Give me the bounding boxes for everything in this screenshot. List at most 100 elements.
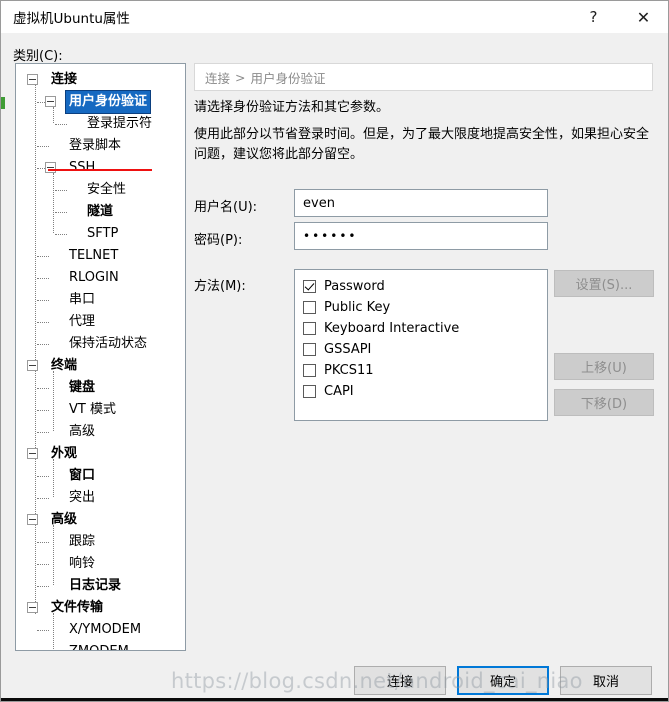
method-label: CAPI xyxy=(324,384,354,399)
tree-item[interactable]: 保持活动状态 xyxy=(16,333,185,355)
method-checkbox-row[interactable]: Password xyxy=(303,276,547,297)
tree-item[interactable]: 登录脚本 xyxy=(16,135,185,157)
help-icon[interactable]: ? xyxy=(571,1,616,33)
close-icon[interactable]: ✕ xyxy=(621,1,666,33)
tree-item[interactable]: 用户身份验证 xyxy=(16,91,185,113)
tree-item[interactable]: 突出 xyxy=(16,487,185,509)
method-label: PKCS11 xyxy=(324,363,374,378)
tree-item-label: SSH xyxy=(69,160,96,175)
methods-label: 方法(M): xyxy=(194,279,246,294)
tree-item[interactable]: 隧道 xyxy=(16,201,185,223)
tree-item-label: 连接 xyxy=(51,72,78,87)
method-label: Password xyxy=(324,279,385,294)
password-label: 密码(P): xyxy=(194,233,243,248)
method-checkbox-row[interactable]: GSSAPI xyxy=(303,339,547,360)
tree-item[interactable]: 高级 xyxy=(16,421,185,443)
tree-item-label: 登录脚本 xyxy=(69,138,122,153)
method-label: Keyboard Interactive xyxy=(324,321,460,336)
move-down-button[interactable]: 下移(D) xyxy=(554,389,654,416)
connect-button[interactable]: 连接 xyxy=(354,666,446,695)
tree-item-label: 跟踪 xyxy=(69,534,96,549)
checkbox-unchecked-icon[interactable] xyxy=(303,322,316,335)
tree-expander-minus-icon[interactable] xyxy=(27,448,38,459)
tree-item[interactable]: 响铃 xyxy=(16,553,185,575)
tree-item-label: RLOGIN xyxy=(69,270,119,285)
tree-item-label: 登录提示符 xyxy=(87,116,153,131)
tree-item-label: ZMODEM xyxy=(66,641,132,650)
tree-item[interactable]: 外观 xyxy=(16,443,185,465)
tree-item[interactable]: RLOGIN xyxy=(16,267,185,289)
tree-expander-minus-icon[interactable] xyxy=(27,74,38,85)
tree-item-label: SFTP xyxy=(87,226,119,241)
settings-button[interactable]: 设置(S)... xyxy=(554,270,654,297)
checkbox-unchecked-icon[interactable] xyxy=(303,364,316,377)
tree-item-label: 保持活动状态 xyxy=(69,336,148,351)
tree-item[interactable]: 安全性 xyxy=(16,179,185,201)
tree-item-label: VT 模式 xyxy=(69,402,116,417)
cancel-button[interactable]: 取消 xyxy=(560,666,652,695)
tree-item[interactable]: 高级 xyxy=(16,509,185,531)
tree-item-label: 隧道 xyxy=(87,204,114,219)
tree-item-label: X/YMODEM xyxy=(69,622,142,637)
red-annotation-underline xyxy=(48,169,152,171)
tree-item-label: 文件传输 xyxy=(51,600,104,615)
username-input[interactable]: even xyxy=(294,189,548,217)
method-checkbox-row[interactable]: CAPI xyxy=(303,381,547,402)
password-input[interactable]: •••••• xyxy=(294,222,548,250)
checkbox-unchecked-icon[interactable] xyxy=(303,343,316,356)
checkbox-unchecked-icon[interactable] xyxy=(303,301,316,314)
tree-item[interactable]: 终端 xyxy=(16,355,185,377)
description-line-1: 请选择身份验证方法和其它参数。 xyxy=(194,100,390,115)
tree-item-label: 响铃 xyxy=(69,556,96,571)
tree-expander-minus-icon[interactable] xyxy=(27,514,38,525)
tree-item[interactable]: SSH xyxy=(16,157,185,179)
tree-expander-minus-icon[interactable] xyxy=(27,360,38,371)
tree-item[interactable]: 日志记录 xyxy=(16,575,185,597)
tree-item[interactable]: X/YMODEM xyxy=(16,619,185,641)
tree-item-label: 用户身份验证 xyxy=(66,91,151,113)
breadcrumb-parent: 连接 xyxy=(205,70,231,86)
checkbox-checked-icon[interactable] xyxy=(303,280,316,293)
tree-item[interactable]: 连接 xyxy=(16,69,185,91)
ok-button[interactable]: 确定 xyxy=(457,666,549,695)
tree-item[interactable]: ZMODEM xyxy=(16,641,185,650)
tree-item-label: TELNET xyxy=(69,248,119,263)
checkbox-unchecked-icon[interactable] xyxy=(303,385,316,398)
tree-item[interactable]: 串口 xyxy=(16,289,185,311)
category-tree[interactable]: 连接用户身份验证登录提示符登录脚本 SSH 安全性隧道 SFTP TELNET RLOGI… xyxy=(15,63,186,651)
username-label: 用户名(U): xyxy=(194,200,258,215)
tree-expander-minus-icon[interactable] xyxy=(45,96,56,107)
tree-item[interactable]: 登录提示符 xyxy=(16,113,185,135)
tree-item[interactable]: TELNET xyxy=(16,245,185,267)
tree-item-label: 终端 xyxy=(51,358,78,373)
title-bar: 虚拟机Ubuntu属性 ? ✕ xyxy=(1,1,668,33)
method-label: GSSAPI xyxy=(324,342,372,357)
tree-expander-minus-icon[interactable] xyxy=(45,162,56,173)
tree-item-label: 串口 xyxy=(69,292,96,307)
tree-item[interactable]: VT 模式 xyxy=(16,399,185,421)
tree-item[interactable]: 跟踪 xyxy=(16,531,185,553)
properties-dialog: 虚拟机Ubuntu属性 ? ✕ 类别(C): 连接 用户身份验证 登录提示符 登录脚本… xyxy=(0,0,669,702)
category-label: 类别(C): xyxy=(13,49,63,64)
move-up-button[interactable]: 上移(U) xyxy=(554,353,654,380)
tree-item[interactable]: SFTP xyxy=(16,223,185,245)
tree-item-label: 突出 xyxy=(69,490,96,505)
tree-item-label: 高级 xyxy=(51,512,78,527)
tree-item-label: 安全性 xyxy=(87,182,127,197)
category-tree-items: 连接用户身份验证登录提示符登录脚本 SSH 安全性隧道 SFTP TELNET RLOGI… xyxy=(16,64,185,650)
method-label: Public Key xyxy=(324,300,391,315)
tree-item[interactable]: 窗口 xyxy=(16,465,185,487)
tree-item[interactable]: 键盘 xyxy=(16,377,185,399)
method-checkbox-row[interactable]: Keyboard Interactive xyxy=(303,318,547,339)
bottom-edge-bar xyxy=(1,698,668,701)
method-checkbox-row[interactable]: PKCS11 xyxy=(303,360,547,381)
tree-expander-minus-icon[interactable] xyxy=(27,602,38,613)
left-edge-strip xyxy=(1,61,6,651)
tree-item[interactable]: 文件传输 xyxy=(16,597,185,619)
breadcrumb-separator: > xyxy=(235,69,246,85)
methods-list[interactable]: Password Public Key Keyboard Interactive GS… xyxy=(294,269,548,421)
tree-item[interactable]: 代理 xyxy=(16,311,185,333)
method-checkbox-row[interactable]: Public Key xyxy=(303,297,547,318)
tree-item-label: 键盘 xyxy=(69,380,96,395)
tree-item-label: 高级 xyxy=(69,424,96,439)
